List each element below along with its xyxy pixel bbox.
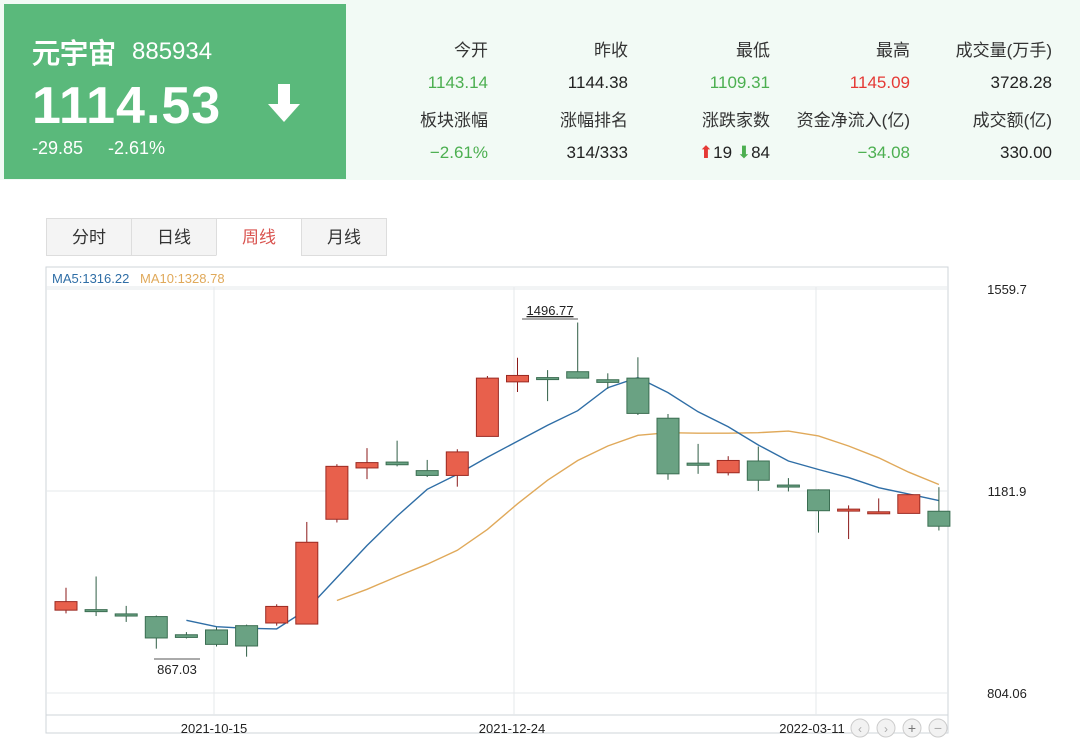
stat-open: 今开 1143.14 (348, 36, 488, 93)
plus-icon: + (908, 720, 916, 736)
stat-label: 涨跌家数 (702, 111, 770, 130)
x-tick-label: 2021-10-15 (181, 721, 248, 736)
candle-body (807, 489, 830, 512)
candle-body (205, 629, 228, 645)
candle-body (716, 459, 740, 474)
candle-body (566, 371, 590, 379)
candle-body (596, 379, 620, 383)
legend-ma10: MA10:1328.78 (140, 271, 225, 286)
stat-volume: 成交量(万手) 3728.28 (912, 36, 1052, 93)
period-tabs: 分时 日线 周线 月线 (46, 218, 387, 256)
stat-value: −34.08 (857, 143, 910, 162)
candle-body (686, 462, 710, 466)
candle-body (927, 510, 951, 527)
x-tick-label: 2021-12-24 (479, 721, 546, 736)
candle-body (265, 605, 289, 624)
y-tick-label: 1559.7 (987, 282, 1027, 297)
arrow-down-icon (268, 84, 300, 122)
candle-body (475, 377, 499, 437)
kline-svg: MA5:1316.22 MA10:1328.78 1559.7 1181.9 804… (45, 266, 1027, 738)
stat-breadth: 涨跌家数 ⬆19 ⬇84 (630, 106, 770, 163)
candle-body (445, 451, 469, 476)
candle-body (746, 460, 770, 481)
stat-rank: 涨幅排名 314/333 (488, 106, 628, 163)
price-change-percent: -2.61% (108, 138, 166, 158)
stat-low: 最低 1109.31 (630, 36, 770, 93)
arrow-up-icon: ⬆ (698, 143, 714, 162)
stat-high: 最高 1145.09 (770, 36, 910, 93)
tab-intraday[interactable]: 分时 (46, 218, 132, 256)
stat-label: 成交量(万手) (955, 41, 1052, 60)
stat-value: 330.00 (1000, 143, 1052, 162)
candle-body (114, 613, 138, 617)
chevron-left-icon: ‹ (858, 722, 862, 736)
arrow-down-icon: ⬇ (736, 143, 752, 162)
stat-label: 涨幅排名 (560, 111, 628, 130)
up-count: 19 (713, 143, 733, 162)
candle-body (144, 616, 168, 639)
candle-body (415, 470, 439, 476)
stat-label: 最低 (736, 41, 770, 60)
candle-body (837, 508, 861, 512)
candle-body (626, 377, 650, 414)
candle-body (235, 625, 259, 647)
stat-label: 最高 (876, 41, 910, 60)
quote-header: 元宇宙 885934 1114.53 -29.85 -2.61% 今开 1143… (0, 0, 1080, 180)
stat-prev-close: 昨收 1144.38 (488, 36, 628, 93)
candle-body (174, 634, 198, 638)
tab-daily[interactable]: 日线 (131, 218, 217, 256)
down-count: 84 (751, 143, 770, 162)
candle-body (84, 609, 108, 613)
stat-value: ⬆19 ⬇84 (630, 143, 770, 163)
stat-turnover: 成交额(亿) 330.00 (912, 106, 1052, 163)
candle-body (355, 462, 379, 469)
stat-value: 1144.38 (567, 73, 628, 92)
candle-body (385, 461, 409, 466)
stat-value: 1109.31 (709, 73, 770, 92)
price-panel: 元宇宙 885934 1114.53 -29.85 -2.61% (4, 4, 346, 179)
stat-label: 资金净流入(亿) (796, 111, 910, 130)
y-tick-label: 1181.9 (988, 484, 1027, 499)
stat-label: 今开 (454, 41, 488, 60)
chevron-right-icon: › (884, 722, 888, 736)
stat-value: 1143.14 (427, 73, 488, 92)
kline-chart: MA5:1316.22 MA10:1328.78 1559.7 1181.9 804… (0, 262, 1080, 739)
candle-body (325, 465, 349, 520)
candle-body (536, 377, 560, 381)
candle-body (295, 541, 319, 625)
stat-value: −2.61% (429, 143, 488, 162)
candle-body (54, 601, 78, 611)
current-price: 1114.53 (32, 77, 222, 135)
stat-label: 成交额(亿) (972, 111, 1052, 130)
stat-sector-change: 板块涨幅 −2.61% (348, 106, 488, 163)
legend-ma5: MA5:1316.22 (52, 271, 129, 286)
y-tick-label: 804.06 (987, 686, 1027, 701)
minus-icon: − (934, 720, 942, 736)
price-change: -29.85 (32, 138, 84, 158)
stat-label: 板块涨幅 (420, 111, 488, 130)
candle-body (776, 484, 800, 488)
stat-value: 314/333 (566, 143, 628, 162)
low-annotation: 867.03 (157, 662, 197, 677)
sector-code: 885934 (132, 38, 213, 65)
sector-name: 元宇宙 (32, 38, 117, 69)
tab-monthly[interactable]: 月线 (301, 218, 387, 256)
stat-net-inflow: 资金净流入(亿) −34.08 (770, 106, 910, 163)
stat-value: 1145.09 (849, 73, 910, 92)
candle-body (867, 511, 891, 515)
stat-value: 3728.28 (990, 73, 1052, 92)
candle-body (506, 374, 529, 383)
high-annotation: 1496.77 (527, 303, 574, 318)
tab-weekly[interactable]: 周线 (216, 218, 302, 256)
candle-body (897, 494, 921, 514)
candle-body (656, 417, 680, 475)
stat-label: 昨收 (594, 41, 628, 60)
x-tick-label: 2022-03-11 (779, 721, 845, 736)
